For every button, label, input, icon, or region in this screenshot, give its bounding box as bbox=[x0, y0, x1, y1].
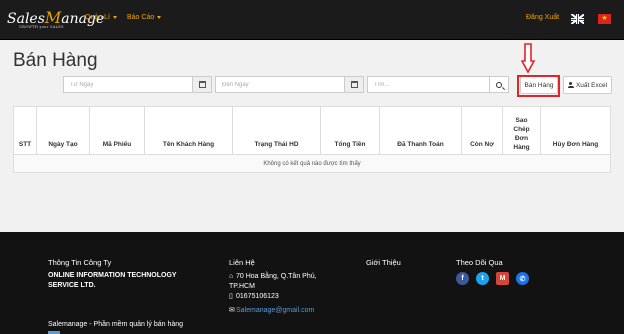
envelope-icon: ✉ bbox=[229, 307, 235, 314]
contact-heading: Liên Hệ bbox=[229, 258, 255, 267]
phone-icon[interactable]: ✆ bbox=[516, 272, 529, 285]
vietnam-flag-icon[interactable]: ★ bbox=[598, 14, 611, 24]
column-header[interactable]: Tên Khách Hàng bbox=[145, 107, 233, 154]
chevron-down-icon bbox=[112, 15, 117, 19]
contact-address: ⌂ 70 Hoa Bằng, Q.Tân Phú, TP.HCM bbox=[229, 273, 317, 290]
column-header[interactable]: Tổng Tiền bbox=[321, 107, 380, 154]
column-header[interactable]: Đã Thanh Toán bbox=[380, 107, 462, 154]
orders-table: STT Ngày Tạo Mã Phiếu Tên Khách Hàng Trạ… bbox=[13, 106, 611, 173]
column-header[interactable]: Mã Phiếu bbox=[90, 107, 145, 154]
column-header[interactable]: Hủy Đơn Hàng bbox=[541, 107, 610, 154]
to-date-input[interactable] bbox=[216, 77, 300, 92]
user-icon bbox=[567, 82, 574, 88]
highlight-box bbox=[517, 75, 560, 97]
annotation-arrow-icon bbox=[521, 43, 535, 73]
from-date-input[interactable] bbox=[64, 77, 148, 92]
home-icon: ⌂ bbox=[229, 273, 234, 280]
twitter-icon[interactable]: t bbox=[476, 272, 489, 285]
search-input[interactable] bbox=[368, 77, 488, 92]
to-date-field[interactable] bbox=[215, 76, 364, 93]
column-header[interactable]: Trạng Thái HD bbox=[233, 107, 321, 154]
table-header: STT Ngày Tạo Mã Phiếu Tên Khách Hàng Trạ… bbox=[14, 107, 610, 155]
search-icon bbox=[496, 81, 502, 88]
uk-flag-icon[interactable] bbox=[571, 14, 584, 24]
from-date-field[interactable] bbox=[63, 76, 212, 93]
calendar-icon bbox=[198, 81, 206, 88]
export-excel-button[interactable]: Xuất Excel bbox=[563, 76, 612, 94]
company-name: ONLINE INFORMATION TECHNOLOGY SERVICE LT… bbox=[48, 272, 177, 289]
gmail-icon[interactable]: M bbox=[496, 272, 509, 285]
intro-link[interactable]: Giới Thiệu bbox=[366, 258, 401, 267]
mobile-icon: ▯ bbox=[229, 293, 233, 300]
contact-phone: ▯ 01675106123 bbox=[229, 293, 279, 300]
chevron-down-icon bbox=[157, 15, 162, 19]
calendar-button[interactable] bbox=[344, 77, 363, 92]
search-button[interactable] bbox=[489, 77, 508, 92]
logo-tagline: GROWTH your SALES bbox=[19, 25, 64, 29]
top-navbar: SalesManage GROWTH your SALES Quản Lí Bá… bbox=[0, 0, 624, 40]
calendar-icon bbox=[350, 81, 358, 88]
column-header[interactable]: Sao Chép Đơn Hàng bbox=[503, 107, 541, 154]
footer-tagline: Salemanage - Phần mềm quản lý bán hàng bbox=[48, 321, 184, 328]
follow-heading: Theo Dõi Qua bbox=[456, 258, 503, 267]
empty-result-row: Không có kết quả nào được tìm thấy bbox=[14, 155, 610, 172]
column-header[interactable]: STT bbox=[14, 107, 37, 154]
search-field[interactable] bbox=[367, 76, 509, 93]
facebook-icon[interactable]: f bbox=[456, 272, 469, 285]
menu-bao-cao[interactable]: Báo Cáo bbox=[127, 14, 162, 21]
logout-link[interactable]: Đăng Xuất bbox=[526, 14, 559, 21]
calendar-button[interactable] bbox=[192, 77, 211, 92]
page-title: Bán Hàng bbox=[13, 50, 98, 71]
menu-quan-li[interactable]: Quản Lí bbox=[85, 14, 117, 21]
footer: Thông Tin Công Ty ONLINE INFORMATION TEC… bbox=[0, 232, 624, 334]
company-heading: Thông Tin Công Ty bbox=[48, 258, 112, 267]
contact-email[interactable]: ✉Salemanage@gmail.com bbox=[229, 306, 314, 314]
column-header[interactable]: Ngày Tạo bbox=[37, 107, 90, 154]
column-header[interactable]: Còn Nợ bbox=[462, 107, 503, 154]
